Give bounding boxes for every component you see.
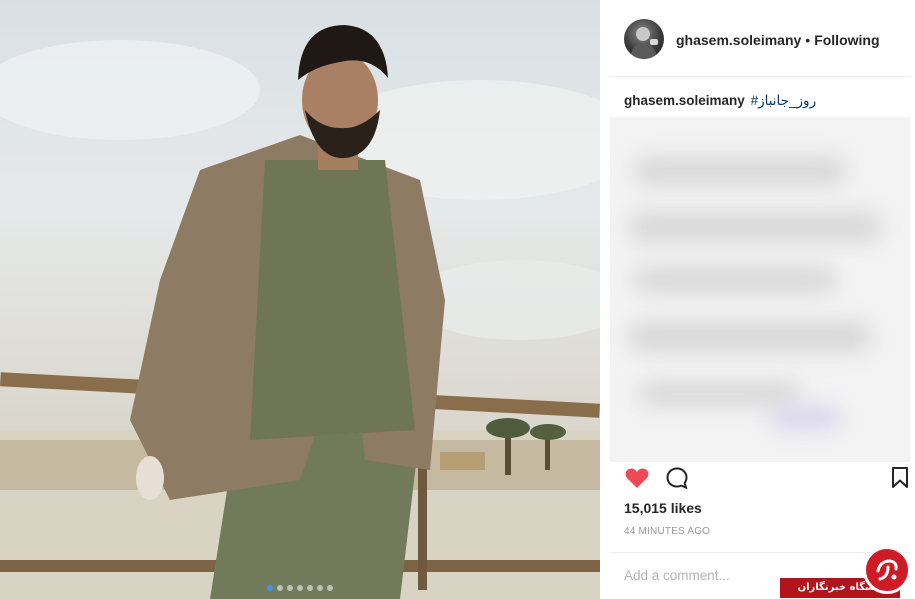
- carousel-dot[interactable]: [327, 585, 333, 591]
- heart-filled-icon: [625, 468, 649, 488]
- likes-count[interactable]: 15,015 likes: [624, 500, 702, 516]
- post-photo[interactable]: [0, 0, 600, 599]
- bookmark-icon: [892, 467, 908, 488]
- blurred-comment: [640, 382, 800, 406]
- watermark-emblem: [863, 546, 911, 594]
- carousel-dot[interactable]: [277, 585, 283, 591]
- caption-hashtag[interactable]: #روز_جانباز: [751, 93, 817, 108]
- post-caption: ghasem.soleimany #روز_جانباز: [624, 93, 816, 109]
- save-button[interactable]: [890, 466, 910, 495]
- header-divider: [610, 76, 910, 77]
- blurred-comment: [635, 157, 845, 185]
- follow-separator: •: [805, 32, 811, 48]
- carousel-dots: [0, 578, 600, 596]
- carousel-dot[interactable]: [297, 585, 303, 591]
- following-button[interactable]: Following: [814, 32, 879, 48]
- blurred-comment: [630, 322, 870, 352]
- carousel-dot[interactable]: [267, 585, 273, 591]
- blurred-comment: [630, 212, 880, 242]
- post-panel: ghasem.soleimany • Following ghasem.soleim…: [610, 0, 915, 599]
- blurred-comment: [770, 407, 840, 429]
- avatar[interactable]: [624, 19, 664, 59]
- header-username[interactable]: ghasem.soleimany: [676, 32, 801, 48]
- blurred-comments-area: [610, 117, 910, 462]
- blurred-comment: [635, 267, 835, 293]
- watermark-logo: باشگاه خبرنگاران: [780, 544, 915, 599]
- comment-bubble-icon: [666, 467, 688, 490]
- photo-illustration: [0, 25, 600, 599]
- avatar-portrait-icon: [630, 27, 658, 59]
- like-button[interactable]: [624, 466, 650, 495]
- post-header: ghasem.soleimany • Following: [624, 16, 909, 62]
- post-actions: [624, 466, 909, 494]
- comment-button[interactable]: [665, 466, 689, 495]
- carousel-dot[interactable]: [307, 585, 313, 591]
- watermark-emblem-icon: [876, 559, 898, 581]
- post-timestamp[interactable]: 44 MINUTES AGO: [624, 526, 710, 537]
- carousel-dot[interactable]: [317, 585, 323, 591]
- header-text: ghasem.soleimany • Following: [676, 32, 880, 48]
- caption-username[interactable]: ghasem.soleimany: [624, 93, 745, 108]
- carousel-dot[interactable]: [287, 585, 293, 591]
